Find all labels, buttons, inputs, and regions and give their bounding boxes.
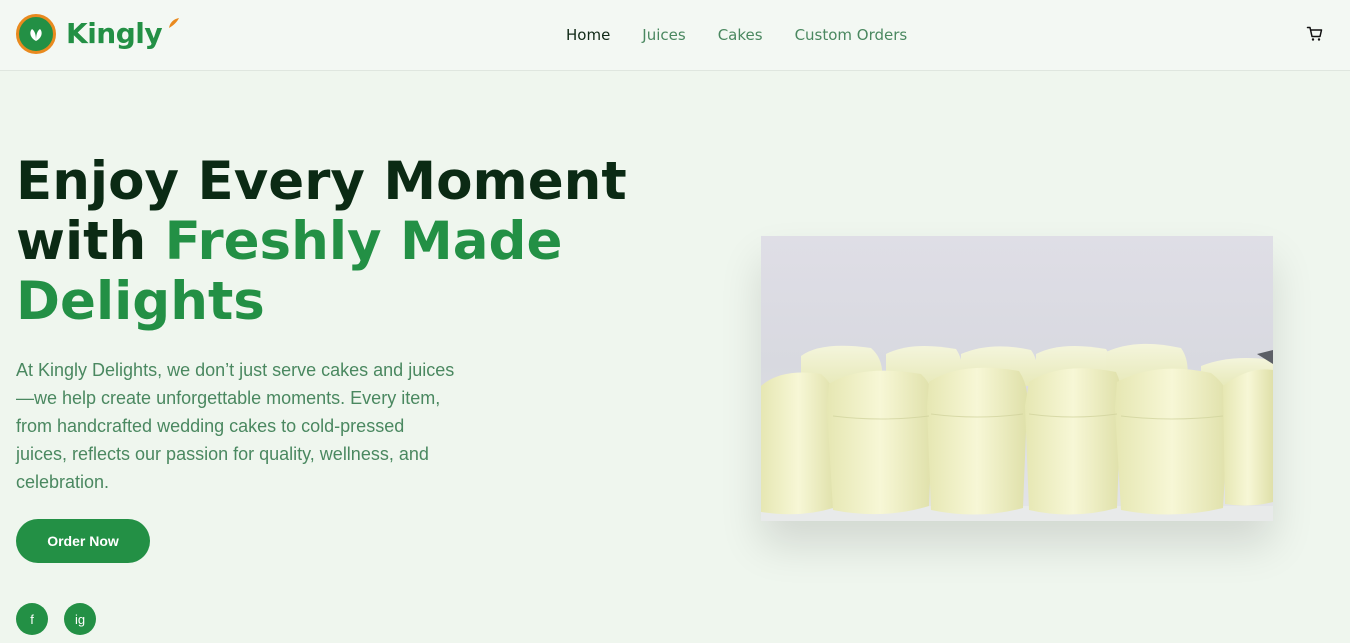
hero-title-with: with bbox=[16, 211, 147, 272]
nav-link-juices[interactable]: Juices bbox=[642, 24, 685, 46]
brand-logo[interactable]: Kingly bbox=[16, 14, 179, 54]
nav-link-custom-orders[interactable]: Custom Orders bbox=[795, 24, 908, 46]
instagram-icon[interactable]: ig bbox=[64, 603, 96, 635]
hero-title-accent: Freshly Made bbox=[164, 211, 563, 272]
leaf-logo-icon bbox=[16, 14, 56, 54]
brand-leaf-icon bbox=[169, 18, 179, 28]
hero-title: Enjoy Every Moment with Freshly Made Delig… bbox=[16, 152, 656, 332]
facebook-icon[interactable]: f bbox=[16, 603, 48, 635]
order-now-button[interactable]: Order Now bbox=[16, 519, 150, 563]
top-navbar: Kingly Home Juices Cakes Custom Orders bbox=[0, 0, 1350, 71]
facebook-label: f bbox=[30, 611, 34, 627]
hero-title-line3: Delights bbox=[16, 271, 265, 332]
hero-title-line1: Enjoy Every Moment bbox=[16, 151, 627, 212]
juice-containers-photo bbox=[761, 236, 1273, 521]
brand-name: Kingly bbox=[66, 17, 163, 50]
hero-description: At Kingly Delights, we don’t just serve … bbox=[16, 360, 455, 492]
front-row-jugs bbox=[761, 367, 1273, 515]
cart-icon[interactable] bbox=[1306, 25, 1324, 43]
nav-link-home[interactable]: Home bbox=[566, 24, 610, 46]
main-nav: Home Juices Cakes Custom Orders bbox=[566, 24, 939, 46]
instagram-label: ig bbox=[74, 611, 86, 627]
nav-link-cakes[interactable]: Cakes bbox=[718, 24, 763, 46]
